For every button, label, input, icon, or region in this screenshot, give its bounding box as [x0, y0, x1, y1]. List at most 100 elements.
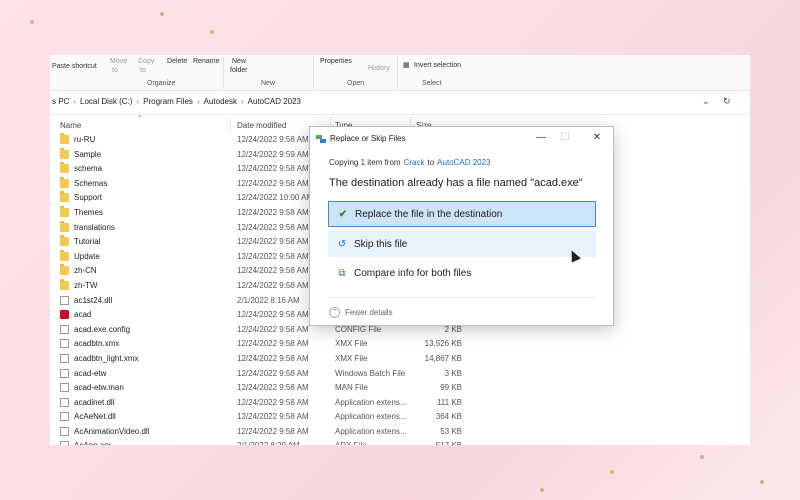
file-row[interactable]: acadinet.dll 12/24/2022 9:58 AM Applicatio… [50, 396, 750, 411]
autocad-app-icon [60, 310, 69, 320]
close-button[interactable]: ✕ [586, 130, 608, 146]
properties-button[interactable]: Properties [320, 58, 352, 65]
fewer-details-toggle[interactable]: ⌃ Fewer details [329, 307, 393, 318]
file-row[interactable]: acad-etw.man 12/24/2022 9:58 AM MAN File 99… [50, 381, 750, 396]
file-icon [60, 441, 69, 445]
paste-shortcut-button[interactable]: Paste shortcut [52, 63, 97, 70]
file-name: acad-etw [74, 368, 107, 378]
file-size: 2 KB [444, 324, 462, 334]
file-type: XMX File [335, 353, 368, 363]
file-name: ru-RU [74, 135, 96, 144]
skip-file-label: Skip this file [354, 238, 408, 250]
file-size: 3 KB [444, 368, 462, 378]
move-to-button[interactable]: Move [110, 58, 127, 65]
breadcrumb-item[interactable]: s PC [52, 97, 69, 106]
file-size: 517 KB [414, 441, 462, 445]
breadcrumb-item[interactable]: AutoCAD 2023 [248, 97, 301, 106]
copy-to-button[interactable]: Copy [138, 58, 154, 65]
breadcrumb-item[interactable]: Autodesk [204, 97, 237, 106]
file-name: Tutorial [74, 237, 101, 247]
file-type: CONFIG File [335, 324, 382, 334]
ribbon-group-organize: Organize [147, 80, 176, 87]
file-date: 12/24/2022 9:58 AM [237, 310, 309, 320]
dialog-divider [328, 297, 596, 298]
move-to-label2: to [112, 67, 118, 74]
file-size: 13,526 KB [424, 339, 462, 349]
replace-skip-dialog: Replace or Skip Files — ☐ ✕ Copying 1 it… [309, 126, 614, 326]
file-row[interactable]: acad-etw 12/24/2022 9:58 AM Windows Batch … [50, 367, 750, 382]
destination-folder-link[interactable]: AutoCAD 2023 [437, 158, 490, 167]
file-row[interactable]: AcAnimationVideo.dll 12/24/2022 9:58 AM Ap… [50, 425, 750, 440]
column-divider[interactable] [230, 117, 231, 133]
column-name[interactable]: Name [60, 121, 81, 130]
folder-icon [60, 162, 69, 174]
sort-up-icon: ^ [138, 115, 142, 122]
file-type: MAN File [335, 383, 368, 393]
file-date: 12/24/2022 9:58 AM [237, 237, 309, 247]
breadcrumb: s PC › Local Disk (C:) › Program Files ›… [52, 97, 301, 106]
chevron-up-icon: ⌃ [329, 307, 340, 318]
file-date: 12/24/2022 9:58 AM [237, 368, 309, 378]
file-row[interactable]: AcAeNet.dll 12/24/2022 9:58 AM Application… [50, 410, 750, 425]
breadcrumb-item[interactable]: Program Files [143, 97, 193, 106]
file-icon [60, 324, 69, 334]
file-name: acad-etw.man [74, 383, 124, 393]
folder-icon [60, 205, 69, 217]
skip-arrow-icon: ↺ [337, 238, 347, 250]
file-row[interactable]: acadbtn.xmx 12/24/2022 9:58 AM XMX File 13,… [50, 337, 750, 352]
file-date: 12/24/2022 9:58 AM [237, 426, 309, 436]
replace-file-option[interactable]: ✔ Replace the file in the destination [328, 201, 596, 227]
chevron-down-icon[interactable]: ⌄ [702, 96, 710, 107]
copying-status: Copying 1 item from Crack to AutoCAD 202… [329, 158, 491, 167]
file-name: acadinet.dll [74, 397, 115, 407]
refresh-icon[interactable]: ↻ [723, 96, 731, 107]
confetti-dot [210, 30, 214, 34]
new-folder-label2: folder [230, 67, 248, 74]
file-type: Windows Batch File [335, 368, 406, 378]
breadcrumb-item[interactable]: Local Disk (C:) [80, 97, 132, 106]
source-folder-link[interactable]: Crack [404, 158, 425, 167]
folder-icon [60, 147, 69, 159]
ribbon-divider [223, 57, 224, 89]
fewer-details-label: Fewer details [345, 308, 393, 317]
copy-to-label2: to [140, 67, 146, 74]
address-bar[interactable]: s PC › Local Disk (C:) › Program Files ›… [50, 91, 750, 115]
file-icon [60, 339, 69, 349]
file-type: Application extens... [335, 412, 407, 422]
skip-file-option[interactable]: ↺ Skip this file [328, 231, 596, 257]
chevron-right-icon: › [136, 97, 140, 106]
minimize-button[interactable]: — [530, 130, 552, 146]
file-date: 2/1/2022 8:16 AM [237, 295, 300, 305]
file-name: translations [74, 222, 115, 232]
column-date-modified[interactable]: Date modified [237, 121, 286, 130]
conflict-heading: The destination already has a file named… [329, 177, 583, 189]
history-button[interactable]: History [368, 65, 390, 72]
file-name: schema [74, 164, 103, 174]
confetti-dot [610, 470, 614, 474]
file-row[interactable]: AcApp.arx 2/1/2022 8:29 AM ARX File 517 KB [50, 439, 750, 445]
file-icon [60, 295, 69, 305]
file-name: acad.exe.config [74, 324, 131, 334]
copying-prefix: Copying 1 item from [329, 158, 401, 167]
ribbon-divider [313, 57, 314, 89]
folder-icon [60, 235, 69, 247]
file-date: 2/1/2022 8:29 AM [237, 441, 300, 445]
new-folder-button[interactable]: New [232, 58, 246, 65]
maximize-button: ☐ [560, 132, 570, 143]
file-row[interactable]: acadbtn_light.xmx 12/24/2022 9:58 AM XMX F… [50, 352, 750, 367]
file-date: 12/24/2022 9:58 AM [237, 251, 309, 261]
folder-icon [60, 176, 69, 188]
rename-button[interactable]: Rename [193, 58, 219, 65]
compare-files-option[interactable]: ⧉ Compare info for both files [328, 260, 596, 286]
file-name: zh-CN [74, 266, 97, 276]
invert-selection-icon: ▦ [403, 62, 410, 69]
file-type: ARX File [335, 441, 367, 445]
file-date: 12/24/2022 9:58 AM [237, 222, 309, 232]
file-size: 14,867 KB [424, 353, 462, 363]
delete-button[interactable]: Delete [167, 58, 187, 65]
folder-icon [60, 133, 69, 144]
file-name: AcAeNet.dll [74, 412, 116, 422]
confetti-dot [700, 455, 704, 459]
file-name: acadbtn.xmx [74, 339, 120, 349]
invert-selection-button[interactable]: Invert selection [414, 62, 461, 69]
